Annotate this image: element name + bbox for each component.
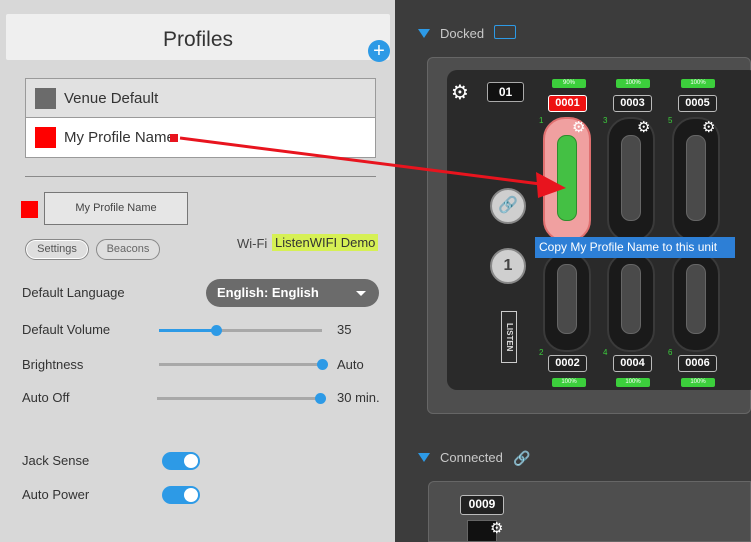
profile-color-swatch — [35, 127, 56, 148]
receiver-device[interactable] — [621, 135, 641, 221]
slot-index: 2 — [539, 348, 544, 357]
receiver-device[interactable] — [557, 264, 577, 334]
chevron-down-icon — [356, 291, 366, 296]
receiver-device[interactable] — [686, 264, 706, 334]
slot-index: 4 — [603, 348, 608, 357]
docked-label: Docked — [440, 26, 485, 41]
auto-off-label: Auto Off — [22, 390, 70, 405]
gear-icon[interactable]: ⚙ — [490, 519, 503, 537]
profiles-header: Profiles + — [6, 14, 390, 62]
tooltip: Copy My Profile Name to this unit — [535, 237, 735, 258]
unit-id-badge[interactable]: 0003 — [613, 95, 652, 112]
gear-icon[interactable]: ⚙ — [572, 118, 585, 136]
volume-label: Default Volume — [22, 322, 111, 337]
auto-power-label: Auto Power — [22, 487, 90, 502]
tab-beacons[interactable]: Beacons — [96, 239, 160, 260]
unit-id-badge[interactable]: 0002 — [548, 355, 587, 372]
brightness-slider-thumb[interactable] — [317, 359, 328, 370]
gear-icon[interactable]: ⚙ — [702, 118, 715, 136]
collapse-triangle-icon[interactable] — [418, 453, 430, 462]
page-title: Profiles — [162, 28, 234, 51]
profile-name: Venue Default — [64, 90, 159, 107]
connected-label: Connected — [440, 450, 503, 465]
language-value: English: English — [217, 285, 319, 300]
brightness-label: Brightness — [22, 357, 84, 372]
battery-badge: 100% — [681, 79, 715, 88]
dock-number-button[interactable]: 1 — [490, 248, 526, 284]
dock-number: 01 — [487, 82, 524, 102]
battery-badge: 100% — [616, 79, 650, 88]
receiver-device[interactable] — [621, 264, 641, 334]
slot-index: 6 — [668, 348, 673, 357]
dock-icon — [494, 25, 516, 39]
link-icon: 🔗 — [513, 450, 531, 466]
listen-logo: LISTEN — [501, 311, 517, 363]
battery-badge: 100% — [616, 378, 650, 387]
auto-off-slider[interactable] — [157, 393, 326, 404]
gear-icon[interactable]: ⚙ — [451, 80, 469, 105]
jack-sense-label: Jack Sense — [22, 453, 90, 468]
profile-name: My Profile Name — [64, 129, 175, 146]
auto-power-toggle[interactable] — [162, 486, 200, 504]
profile-color-picker[interactable] — [21, 201, 38, 218]
profile-color-swatch — [35, 88, 56, 109]
unit-id-badge[interactable]: 0005 — [678, 95, 717, 112]
collapse-triangle-icon[interactable] — [418, 29, 430, 38]
profile-list: Venue Default My Profile Name — [25, 78, 376, 158]
jack-sense-toggle[interactable] — [162, 452, 200, 470]
battery-badge: 90% — [552, 79, 586, 88]
brightness-slider[interactable] — [159, 359, 328, 370]
language-select[interactable]: English: English — [206, 279, 379, 307]
tab-settings[interactable]: Settings — [25, 239, 89, 260]
wifi-label: Wi-Fi — [237, 236, 268, 251]
unit-slot[interactable] — [607, 252, 655, 352]
toggle-knob — [184, 454, 198, 468]
slot-index: 1 — [539, 116, 544, 125]
unit-id-badge[interactable]: 0004 — [613, 355, 652, 372]
auto-off-slider-thumb[interactable] — [315, 393, 326, 404]
slot-index: 5 — [668, 116, 673, 125]
plus-circle-icon[interactable]: + — [368, 40, 390, 62]
wifi-network[interactable]: ListenWIFI Demo — [272, 234, 379, 251]
battery-badge: 100% — [681, 378, 715, 387]
link-button[interactable]: 🔗 — [490, 188, 526, 224]
unit-id-badge[interactable]: 0009 — [460, 495, 504, 515]
unit-id-badge[interactable]: 0001 — [548, 95, 587, 112]
volume-slider-fill — [159, 329, 217, 332]
unit-id-badge[interactable]: 0006 — [678, 355, 717, 372]
profile-name-field[interactable]: My Profile Name — [44, 192, 188, 225]
divider — [25, 176, 376, 177]
unit-slot[interactable] — [543, 252, 591, 352]
toggle-knob — [184, 488, 198, 502]
receiver-device[interactable] — [686, 135, 706, 221]
list-item[interactable]: Venue Default — [26, 79, 375, 118]
brightness-value: Auto — [337, 357, 364, 372]
battery-badge: 100% — [552, 378, 586, 387]
slot-index: 3 — [603, 116, 608, 125]
list-item[interactable]: My Profile Name — [26, 118, 375, 157]
volume-slider[interactable] — [159, 325, 322, 336]
volume-slider-thumb[interactable] — [211, 325, 223, 336]
gear-icon[interactable]: ⚙ — [637, 118, 650, 136]
receiver-device[interactable] — [557, 135, 577, 221]
volume-value: 35 — [337, 322, 352, 337]
profiles-panel: Profiles + Venue Default My Profile Name… — [0, 0, 395, 542]
unit-slot[interactable] — [672, 252, 720, 352]
auto-off-value: 30 min. — [337, 390, 380, 405]
language-label: Default Language — [22, 285, 125, 300]
